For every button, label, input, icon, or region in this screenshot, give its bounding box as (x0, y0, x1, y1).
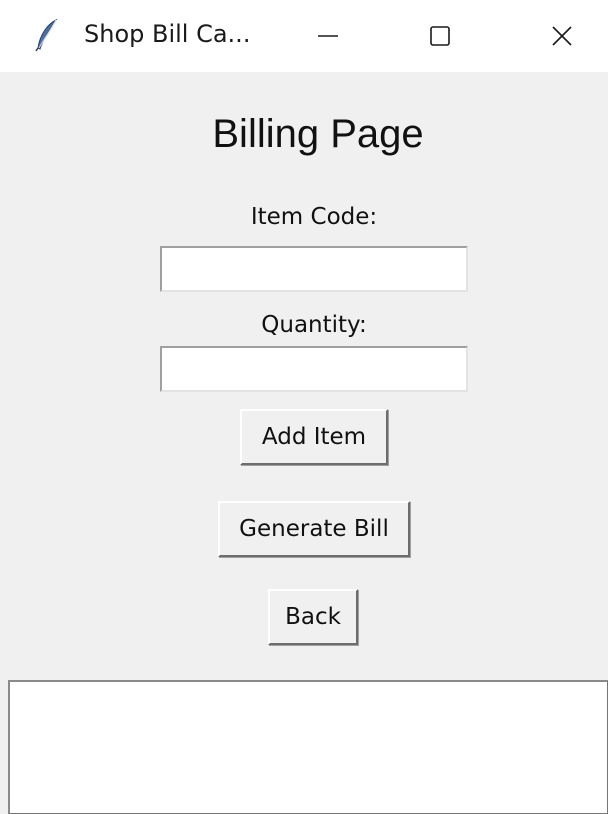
maximize-icon (430, 26, 450, 46)
title-bar[interactable]: Shop Bill Ca... (0, 0, 608, 72)
window-title: Shop Bill Ca... (84, 20, 251, 48)
app-window: Shop Bill Ca... Billing Page Item Code: … (0, 0, 608, 814)
generate-bill-button[interactable]: Generate Bill (218, 501, 410, 557)
feather-icon (35, 18, 58, 52)
item-code-label: Item Code: (250, 204, 378, 230)
bill-text-area[interactable] (8, 680, 608, 814)
page-title: Billing Page (212, 112, 424, 156)
back-button[interactable]: Back (268, 589, 358, 645)
maximize-button[interactable] (404, 0, 476, 72)
minimize-button[interactable] (292, 0, 364, 72)
minimize-icon (318, 35, 338, 37)
close-button[interactable] (526, 0, 598, 72)
quantity-label: Quantity: (261, 312, 367, 338)
quantity-input[interactable] (160, 346, 468, 392)
billing-form: Billing Page Item Code: Quantity: Add It… (0, 72, 608, 680)
close-icon (552, 26, 572, 46)
item-code-input[interactable] (160, 246, 468, 292)
add-item-button[interactable]: Add Item (240, 409, 388, 465)
